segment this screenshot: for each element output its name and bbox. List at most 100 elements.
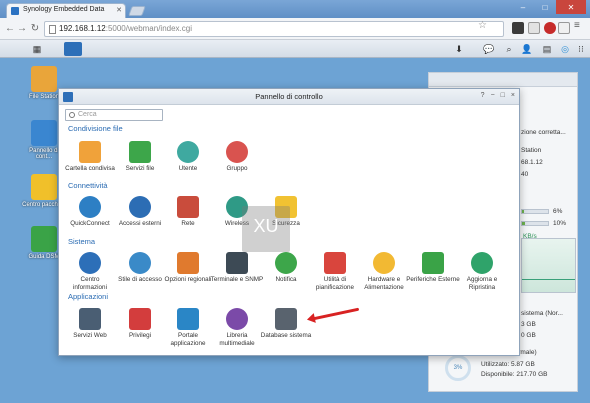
- synology-favicon-icon: [11, 7, 19, 15]
- menu-icon[interactable]: ≡: [574, 20, 586, 32]
- extension-icon[interactable]: [512, 22, 524, 34]
- item-label: Cartella condivisa: [65, 165, 115, 172]
- item-hardware-power[interactable]: Hardware e Alimentazione: [357, 252, 411, 292]
- download-icon[interactable]: ⬇: [450, 42, 468, 56]
- volume2-free: Disponibile: 217.70 GB: [481, 371, 548, 378]
- item-file-services[interactable]: Servizi file: [113, 141, 167, 173]
- user-icon[interactable]: 👤: [518, 42, 536, 56]
- item-web-services[interactable]: Servizi Web: [63, 308, 117, 340]
- cpu-bar: [521, 209, 549, 214]
- volume-used: 3 GB: [521, 321, 536, 328]
- extension-icon[interactable]: [528, 22, 540, 34]
- chat-icon[interactable]: 💬: [480, 42, 498, 56]
- ram-bar: [521, 221, 549, 226]
- tab-close-icon[interactable]: ✕: [116, 6, 122, 14]
- calendar-clock-icon: [177, 252, 199, 274]
- widgets-icon[interactable]: ▤: [538, 42, 556, 56]
- calendar-check-icon: [324, 252, 346, 274]
- item-label: Utilità di pianificazione: [315, 276, 355, 291]
- item-notification[interactable]: Notifica: [259, 252, 313, 284]
- item-external-access[interactable]: Accessi esterni: [113, 196, 167, 228]
- item-application-portal[interactable]: Portale applicazione: [161, 308, 215, 348]
- shared-folder-icon: [79, 141, 101, 163]
- close-window-icon[interactable]: ✕: [556, 0, 586, 14]
- address-toolbar: ← → ↻ 192.168.1.12:5000/webman/index.cgi…: [0, 18, 590, 40]
- info-icon: [79, 252, 101, 274]
- health-status: zione corretta...: [521, 129, 566, 136]
- web-services-icon: [79, 308, 101, 330]
- folder-icon: [31, 66, 57, 92]
- extension-icon[interactable]: [558, 22, 570, 34]
- control-panel-task-icon[interactable]: [64, 42, 82, 56]
- item-user[interactable]: Utente: [161, 141, 215, 173]
- forward-icon[interactable]: →: [16, 22, 28, 36]
- item-info-center[interactable]: Centro informazioni: [63, 252, 117, 292]
- item-label: Portale applicazione: [170, 332, 206, 347]
- user-icon: [177, 141, 199, 163]
- item-privileges[interactable]: Privilegi: [113, 308, 167, 340]
- item-media-library[interactable]: Libreria multimediale: [210, 308, 264, 348]
- package-icon: [31, 174, 57, 200]
- url-host: 192.168.1.12: [59, 24, 106, 33]
- close-icon[interactable]: ×: [511, 92, 515, 99]
- minimize-icon[interactable]: −: [491, 92, 495, 99]
- volume-title: sistema (Nor...: [521, 310, 563, 317]
- maximize-icon[interactable]: □: [501, 92, 505, 99]
- item-network[interactable]: Rete: [161, 196, 215, 228]
- star-icon[interactable]: ☆: [478, 20, 490, 32]
- item-external-devices[interactable]: Periferiche Esterne: [406, 252, 460, 284]
- item-shared-folder[interactable]: Cartella condivisa: [63, 141, 117, 173]
- item-task-scheduler[interactable]: Utilità di pianificazione: [308, 252, 362, 292]
- back-icon[interactable]: ←: [4, 22, 16, 36]
- item-label: Servizi file: [125, 165, 155, 172]
- browser-tab[interactable]: Synology Embedded Data ✕: [6, 3, 126, 18]
- extension-icon[interactable]: [544, 22, 556, 34]
- reload-icon[interactable]: ↻: [29, 22, 41, 36]
- item-label: Accessi esterni: [118, 220, 162, 227]
- item-system-database[interactable]: Database sistema: [259, 308, 313, 340]
- item-quickconnect[interactable]: QuickConnect: [63, 196, 117, 228]
- item-group[interactable]: Gruppo: [210, 141, 264, 173]
- tab-title: Synology Embedded Data: [23, 6, 105, 13]
- lightbulb-icon: [373, 252, 395, 274]
- item-regional-options[interactable]: Opzioni regionali: [161, 252, 215, 284]
- lock-icon: [129, 308, 151, 330]
- help-icon[interactable]: ?: [481, 92, 485, 99]
- minimize-icon[interactable]: –: [512, 0, 534, 14]
- item-label: Utente: [178, 165, 198, 172]
- item-login-style[interactable]: Stile di accesso: [113, 252, 167, 284]
- desktop-icon-label: File Station: [28, 94, 59, 100]
- external-device-icon: [422, 252, 444, 274]
- quickconnect-icon: [79, 196, 101, 218]
- item-label: Privilegi: [128, 332, 152, 339]
- palette-icon: [129, 252, 151, 274]
- volume2-used: Utilizzato: 5.87 GB: [481, 361, 535, 368]
- group-icon: [226, 141, 248, 163]
- refresh-icon: [471, 252, 493, 274]
- new-tab-button[interactable]: [128, 6, 146, 16]
- desktop-icon-label: Guida DSM: [28, 254, 60, 260]
- section-connectivity: Connettività: [68, 181, 108, 190]
- volume-free: 0 GB: [521, 332, 536, 339]
- item-update-restore[interactable]: Aggiorna e Ripristina: [455, 252, 509, 292]
- section-system: Sistema: [68, 237, 96, 246]
- search-icon: [69, 112, 75, 118]
- maximize-icon[interactable]: □: [534, 0, 556, 14]
- item-label: Servizi Web: [73, 332, 107, 339]
- item-label: QuickConnect: [70, 220, 110, 227]
- watermark-logo: XU: [242, 206, 290, 252]
- item-terminal-snmp[interactable]: Terminale e SNMP: [210, 252, 264, 284]
- search-input[interactable]: Cerca: [65, 109, 163, 121]
- url-input[interactable]: 192.168.1.12:5000/webman/index.cgi: [44, 21, 504, 37]
- globe-icon: [129, 196, 151, 218]
- storage-donut: 3%: [445, 355, 471, 381]
- ram-bar-fill: [522, 222, 525, 225]
- ram-usage: 10%: [553, 220, 567, 227]
- help-icon: [31, 226, 57, 252]
- item-label: Periferiche Esterne: [406, 276, 460, 283]
- main-menu-icon[interactable]: ▦: [28, 42, 46, 56]
- item-label: Notifica: [275, 276, 297, 283]
- options-icon[interactable]: ⁝⁝: [572, 42, 590, 56]
- portal-icon: [177, 308, 199, 330]
- search-icon[interactable]: ⌕: [500, 42, 518, 56]
